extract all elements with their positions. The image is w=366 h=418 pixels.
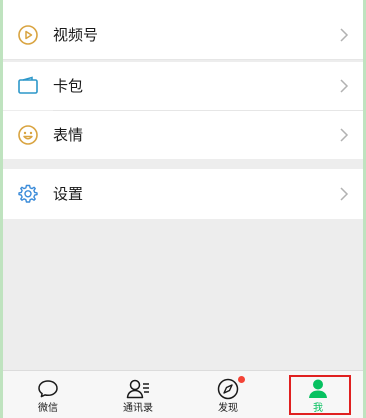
tab-chats[interactable]: 微信 bbox=[3, 371, 93, 418]
tab-contacts[interactable]: 通讯录 bbox=[93, 371, 183, 418]
tab-discover[interactable]: 发现 bbox=[183, 371, 273, 418]
play-circle-icon bbox=[17, 24, 39, 46]
menu-item-settings-label: 设置 bbox=[53, 185, 84, 203]
menu-item-stickers[interactable]: 表情 bbox=[3, 111, 363, 159]
empty-area bbox=[3, 219, 363, 370]
tab-chats-label: 微信 bbox=[38, 403, 58, 414]
tab-contacts-label: 通讯录 bbox=[123, 403, 153, 414]
chevron-right-icon bbox=[339, 27, 349, 43]
menu-item-channels-label: 视频号 bbox=[53, 26, 99, 44]
highlight-box bbox=[289, 375, 351, 415]
compass-icon bbox=[217, 378, 239, 400]
chat-bubble-icon bbox=[38, 380, 58, 398]
notification-dot bbox=[238, 376, 245, 383]
menu-item-channels[interactable]: 视频号 bbox=[3, 11, 363, 59]
chevron-right-icon bbox=[339, 127, 349, 143]
menu-item-cards-label: 卡包 bbox=[53, 77, 84, 95]
smile-icon bbox=[17, 124, 39, 146]
menu-item-settings[interactable]: 设置 bbox=[3, 169, 363, 219]
menu-item-stickers-label: 表情 bbox=[53, 126, 84, 144]
section-gap bbox=[3, 159, 363, 169]
card-icon bbox=[17, 75, 39, 97]
me-page: 视频号 卡包 表情 设置 微信 通讯录 发现 我 bbox=[3, 0, 363, 418]
gear-icon bbox=[17, 183, 39, 205]
tab-discover-label: 发现 bbox=[218, 403, 238, 414]
chevron-right-icon bbox=[339, 186, 349, 202]
menu-item-cards[interactable]: 卡包 bbox=[3, 62, 363, 110]
chevron-right-icon bbox=[339, 78, 349, 94]
contacts-icon bbox=[126, 379, 149, 399]
